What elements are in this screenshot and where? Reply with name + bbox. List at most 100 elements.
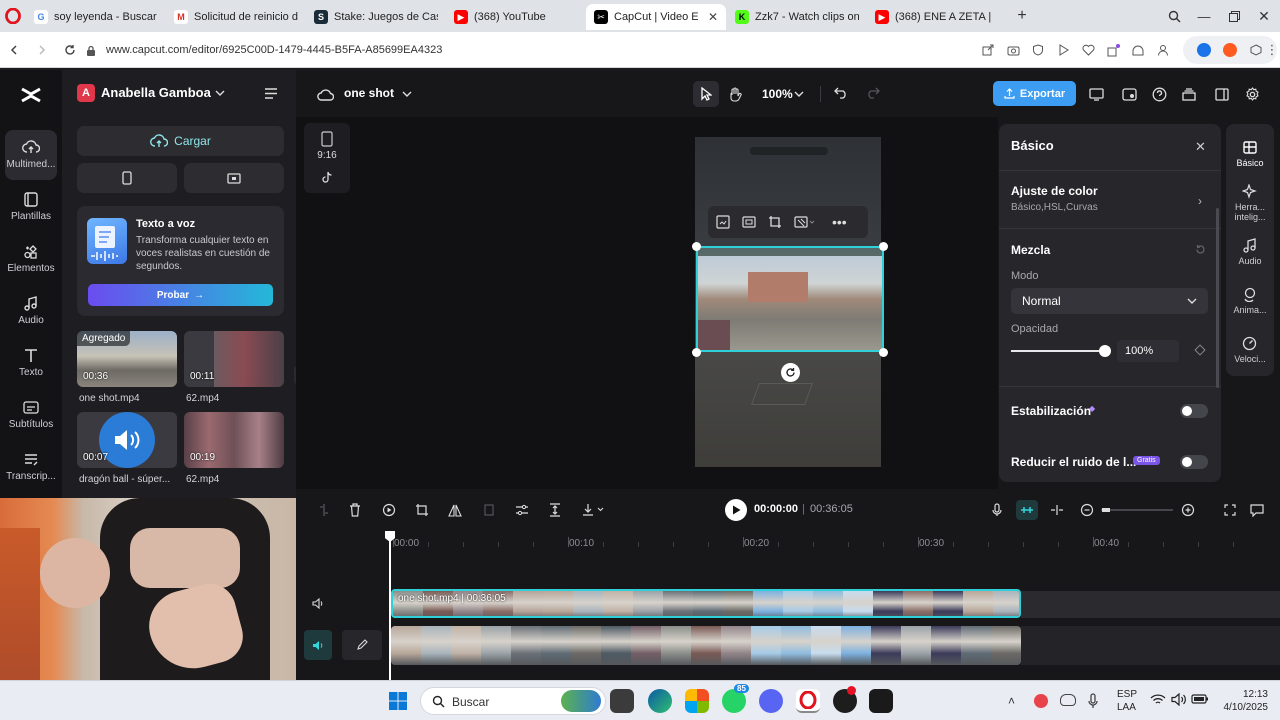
media-thumb[interactable]: Agregado 00:36 (77, 331, 177, 387)
resize-handle[interactable] (692, 348, 701, 357)
capcut-logo-icon[interactable] (18, 84, 44, 106)
redo-icon[interactable] (864, 84, 882, 102)
nav-item[interactable]: Multimed... (5, 130, 57, 180)
nav-item[interactable]: Audio (0, 286, 62, 336)
taskbar-search[interactable]: Buscar (420, 687, 606, 715)
split-icon[interactable] (316, 502, 332, 518)
share-icon[interactable] (980, 42, 996, 58)
browser-tab[interactable]: Gsoy leyenda - Buscar con G (26, 4, 166, 30)
nav-item[interactable]: Texto (0, 338, 62, 388)
wifi-icon[interactable] (1150, 693, 1166, 706)
tts-try-button[interactable]: Probar → (88, 284, 273, 306)
whatsapp-icon[interactable]: 85 (722, 684, 749, 713)
media-thumb[interactable]: 00:19 (184, 412, 284, 468)
browser-tab[interactable]: ▶ (368) ENE A ZETA | MOM (867, 4, 1003, 30)
main-track-mute-icon[interactable] (304, 630, 332, 660)
language-indicator[interactable]: ESP LAA (1117, 688, 1137, 714)
magnet-snap-icon[interactable] (1016, 500, 1038, 520)
nav-item[interactable]: Transcrip... (0, 442, 62, 492)
more-menu-icon[interactable]: ⋮ (1266, 42, 1279, 58)
close-window-icon[interactable]: ✕ (1256, 8, 1272, 24)
color-adjust-title[interactable]: Ajuste de color (1011, 184, 1098, 198)
aria-icon[interactable] (1197, 43, 1211, 57)
zoom-level[interactable]: 100% (762, 87, 793, 101)
properties-tab[interactable]: Audio (1226, 228, 1274, 276)
overlay-clip[interactable]: one shot.mp4 | 00:36:05 (391, 589, 1021, 618)
properties-tab[interactable]: Anima... (1226, 277, 1274, 325)
undo-icon[interactable] (832, 84, 850, 102)
opacity-input[interactable]: 100% (1117, 340, 1179, 362)
opacity-slider-track[interactable] (1011, 350, 1105, 352)
obs-icon[interactable] (833, 686, 857, 713)
restore-icon[interactable] (1226, 8, 1242, 24)
task-view-icon[interactable] (610, 689, 634, 713)
delete-icon[interactable] (347, 502, 363, 518)
background-icon[interactable] (794, 215, 816, 229)
select-pointer-icon[interactable] (693, 81, 719, 107)
resize-handle[interactable] (879, 242, 888, 251)
track-volume-icon[interactable] (310, 596, 326, 610)
copilot-icon[interactable] (685, 689, 709, 713)
timeline-zoom-slider[interactable] (1101, 509, 1173, 511)
edit-cover-icon[interactable] (342, 630, 382, 660)
rotate-handle-icon[interactable] (781, 363, 800, 382)
minimize-icon[interactable]: — (1196, 8, 1212, 24)
project-title[interactable]: one shot (344, 86, 394, 100)
cube-icon[interactable] (1249, 43, 1263, 57)
antivirus-tray-icon[interactable] (1034, 694, 1048, 708)
auto-reframe-icon[interactable] (547, 502, 563, 518)
panel-menu-icon[interactable] (263, 86, 279, 100)
windows-start-icon[interactable] (388, 691, 408, 711)
microphone-icon[interactable] (989, 502, 1005, 518)
search-tabs-icon[interactable] (1166, 8, 1182, 24)
battery-icon[interactable] (1191, 693, 1209, 705)
adjust-icon[interactable] (514, 502, 530, 518)
edge-browser-icon[interactable] (648, 689, 672, 713)
browser-tab[interactable]: M Solicitud de reinicio de co (166, 4, 306, 30)
mic-tray-icon[interactable] (1088, 693, 1098, 709)
help-icon[interactable] (1150, 85, 1168, 103)
opera-logo-icon[interactable] (4, 7, 22, 25)
extensions-icon[interactable] (1105, 42, 1121, 58)
resize-handle[interactable] (692, 242, 701, 251)
new-tab-icon[interactable]: + (1014, 7, 1030, 24)
selected-clip[interactable] (696, 246, 884, 352)
reload-icon[interactable] (62, 42, 78, 58)
capcut-taskbar-icon[interactable] (869, 689, 893, 713)
play-button[interactable] (725, 499, 747, 521)
more-options-icon[interactable]: ••• (832, 214, 847, 230)
profile-icon[interactable] (1155, 42, 1171, 58)
export-button[interactable]: Exportar (993, 81, 1076, 106)
crop-icon[interactable] (768, 215, 782, 229)
chevron-right-icon[interactable]: › (1198, 194, 1202, 208)
replace-icon[interactable] (716, 215, 730, 229)
upload-button[interactable]: Cargar (77, 126, 284, 156)
reset-icon[interactable] (1195, 244, 1206, 255)
flame-icon[interactable] (1223, 43, 1237, 57)
phone-import-button[interactable] (77, 163, 177, 193)
stabilization-toggle[interactable] (1180, 404, 1208, 418)
vpn-icon[interactable] (1130, 42, 1146, 58)
panel-scrollbar[interactable] (1216, 208, 1219, 388)
url-field[interactable]: www.capcut.com/editor/6925C00D-1479-4445… (86, 38, 966, 62)
timeline-zoom-handle[interactable] (1102, 508, 1110, 512)
browser-tab[interactable]: ▶ (368) YouTube (446, 4, 586, 30)
fit-icon[interactable] (742, 215, 756, 229)
heart-icon[interactable] (1080, 42, 1096, 58)
properties-tab[interactable]: Básico (1226, 130, 1274, 178)
fullscreen-icon[interactable] (1222, 502, 1238, 518)
volume-icon[interactable] (1171, 693, 1187, 706)
speed-clip-icon[interactable] (381, 502, 397, 518)
nav-item[interactable]: Subtítulos (0, 390, 62, 440)
settings-gear-icon[interactable] (1243, 85, 1261, 103)
workspace-name[interactable]: Anabella Gamboa (101, 85, 211, 100)
forward-icon[interactable] (34, 42, 50, 58)
adblock-icon[interactable] (1030, 42, 1046, 58)
chevron-down-icon[interactable] (213, 86, 227, 100)
chevron-down-icon[interactable] (400, 87, 414, 101)
player-icon[interactable] (1055, 42, 1071, 58)
browser-tab[interactable]: ✂ CapCut | Video Editor | All ✕ (586, 4, 726, 30)
present-icon[interactable] (1087, 85, 1105, 103)
browser-tab[interactable]: S Stake: Juegos de Casino O (306, 4, 446, 30)
noise-reduction-toggle[interactable] (1180, 455, 1208, 469)
